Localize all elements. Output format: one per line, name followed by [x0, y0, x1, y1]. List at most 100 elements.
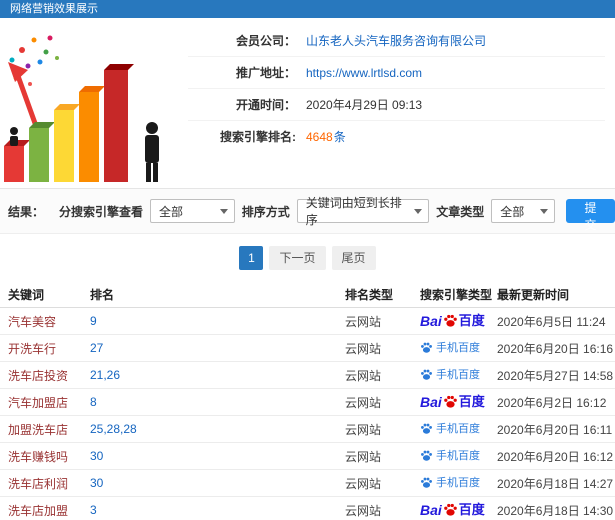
paw-icon [421, 450, 432, 461]
update-time-cell: 2020年5月27日 14:58 [497, 368, 614, 383]
company-link[interactable]: 山东老人头汽车服务咨询有限公司 [306, 32, 486, 49]
rank-type-cell: 云网站 [345, 503, 382, 518]
col-header-engine-type: 搜索引擎类型 [420, 288, 493, 302]
engine-filter-label: 分搜索引擎查看 [58, 204, 143, 219]
mobile-baidu-logo: 手机百度 [420, 420, 480, 436]
rank-type-cell: 云网站 [345, 422, 382, 437]
mobile-baidu-logo: 手机百度 [420, 447, 480, 463]
keyword-cell: 洗车店加盟 [8, 503, 69, 518]
table-row: 加盟洗车店 25,28,28 云网站 Bai 百度 手机百度 [0, 416, 615, 443]
update-time-cell: 2020年6月18日 14:27 [497, 476, 614, 491]
rank-type-cell: 云网站 [345, 314, 382, 329]
rank-type-cell: 云网站 [345, 395, 382, 410]
promo-url-label: 推广地址： [235, 66, 296, 80]
company-row: 会员公司： 山东老人头汽车服务咨询有限公司 [188, 32, 605, 57]
col-header-update-time: 最新更新时间 [497, 288, 570, 302]
update-time-cell: 2020年6月2日 16:12 [497, 395, 607, 410]
keyword-cell: 洗车赚钱吗 [8, 449, 69, 464]
baidu-logo: Bai 百度 [420, 394, 485, 410]
info-section: 会员公司： 山东老人头汽车服务咨询有限公司 推广地址： https://www.… [0, 18, 615, 188]
rank-type-cell: 云网站 [345, 341, 382, 356]
keyword-cell: 加盟洗车店 [8, 422, 69, 437]
keyword-cell: 汽车美容 [8, 314, 57, 329]
table-row: 洗车店利润 30 云网站 Bai 百度 手机百度 [0, 470, 615, 497]
filter-bar: 结果： 分搜索引擎查看 全部 排序方式 关键词由短到长排序 文章类型 全部 提交 [0, 188, 615, 234]
result-section-label: 结果： [8, 204, 45, 219]
bar-chart-illustration [0, 18, 188, 188]
rank-link[interactable]: 21,26 [90, 368, 345, 382]
open-time-value: 2020年4月29日 09:13 [306, 98, 423, 112]
paw-icon [421, 423, 432, 434]
paw-icon [443, 503, 457, 516]
rank-type-cell: 云网站 [345, 368, 382, 383]
keyword-cell: 开洗车行 [8, 341, 57, 356]
page-header: 网络营销效果展示 [0, 0, 615, 18]
paw-icon [421, 369, 432, 380]
company-label: 会员公司： [235, 34, 296, 48]
keyword-rank-table: 关键词 排名 排名类型 搜索引擎类型 最新更新时间 汽车美容 9 云网站 Bai… [0, 282, 615, 520]
chevron-down-icon [219, 208, 228, 214]
type-filter-value: 全部 [500, 204, 525, 219]
update-time-cell: 2020年6月5日 11:24 [497, 314, 606, 329]
table-row: 洗车赚钱吗 30 云网站 Bai 百度 手机百度 [0, 443, 615, 470]
engine-cell: Bai 百度 手机百度 [420, 502, 497, 518]
last-page-button[interactable]: 尾页 [331, 246, 376, 270]
col-header-rank-type: 排名类型 [345, 288, 394, 302]
rank-link[interactable]: 9 [90, 314, 345, 328]
open-time-row: 开通时间： 2020年4月29日 09:13 [188, 96, 605, 121]
engine-cell: Bai 百度 手机百度 [420, 313, 497, 329]
table-row: 洗车店加盟 3 云网站 Bai 百度 手机百度 [0, 497, 615, 520]
update-time-cell: 2020年6月20日 16:12 [497, 449, 614, 464]
sort-filter-select[interactable]: 关键词由短到长排序 [296, 196, 430, 227]
baidu-logo: Bai 百度 [420, 502, 485, 518]
page: 网络营销效果展示 会员公司： 山东老人头汽车服务咨询有限公司 推广地址： htt… [0, 0, 615, 520]
sort-filter-value: 关键词由短到长排序 [305, 196, 402, 227]
growth-chart-graphic [4, 35, 159, 182]
rank-link[interactable]: 3 [90, 503, 345, 517]
table-row: 汽车加盟店 8 云网站 Bai 百度 手机百度 [0, 389, 615, 416]
promo-url-link[interactable]: https://www.lrtlsd.com [306, 66, 422, 80]
rank-type-cell: 云网站 [345, 476, 382, 491]
paw-icon [421, 342, 432, 353]
rank-link[interactable]: 8 [90, 395, 345, 409]
engine-filter-select[interactable]: 全部 [149, 199, 235, 223]
engine-cell: Bai 百度 手机百度 [420, 474, 497, 492]
engine-cell: Bai 百度 手机百度 [420, 339, 497, 357]
table-row: 汽车美容 9 云网站 Bai 百度 手机百度 2 [0, 308, 615, 335]
submit-button[interactable]: 提交 [566, 199, 615, 232]
filter-controls: 分搜索引擎查看 全部 排序方式 关键词由短到长排序 文章类型 全部 提交 [58, 196, 615, 232]
mobile-baidu-logo: 手机百度 [420, 339, 480, 355]
table-row: 洗车店投资 21,26 云网站 Bai 百度 手机百度 [0, 362, 615, 389]
paw-icon [443, 395, 457, 408]
engine-cell: Bai 百度 手机百度 [420, 394, 497, 410]
engine-cell: Bai 百度 手机百度 [420, 420, 497, 438]
engine-rank-unit: 条 [333, 130, 346, 144]
mobile-baidu-logo: 手机百度 [420, 474, 480, 490]
sort-filter-label: 排序方式 [241, 204, 290, 219]
keyword-cell: 洗车店利润 [8, 476, 69, 491]
engine-rank-row: 搜索引擎排名: 4648条 [188, 128, 605, 152]
engine-cell: Bai 百度 手机百度 [420, 447, 497, 465]
engine-rank-count: 4648 [306, 130, 333, 144]
rank-link[interactable]: 25,28,28 [90, 422, 345, 436]
table-row: 开洗车行 27 云网站 Bai 百度 手机百度 [0, 335, 615, 362]
promo-url-row: 推广地址： https://www.lrtlsd.com [188, 64, 605, 89]
rank-link[interactable]: 30 [90, 449, 345, 463]
page-title: 网络营销效果展示 [10, 3, 98, 15]
keyword-cell: 汽车加盟店 [8, 395, 69, 410]
col-header-keyword: 关键词 [8, 288, 45, 302]
baidu-logo: Bai 百度 [420, 313, 485, 329]
engine-cell: Bai 百度 手机百度 [420, 366, 497, 384]
rank-link[interactable]: 27 [90, 341, 345, 355]
chevron-down-icon [540, 208, 549, 214]
next-page-button[interactable]: 下一页 [269, 246, 326, 270]
page-number-current[interactable]: 1 [239, 246, 264, 270]
chevron-down-icon [414, 208, 423, 214]
rank-type-cell: 云网站 [345, 449, 382, 464]
mobile-baidu-logo: 手机百度 [420, 366, 480, 382]
rank-link[interactable]: 30 [90, 476, 345, 490]
type-filter-select[interactable]: 全部 [491, 199, 556, 223]
keyword-cell: 洗车店投资 [8, 368, 69, 383]
paw-icon [421, 477, 432, 488]
pagination: 1 下一页 尾页 [0, 234, 615, 282]
